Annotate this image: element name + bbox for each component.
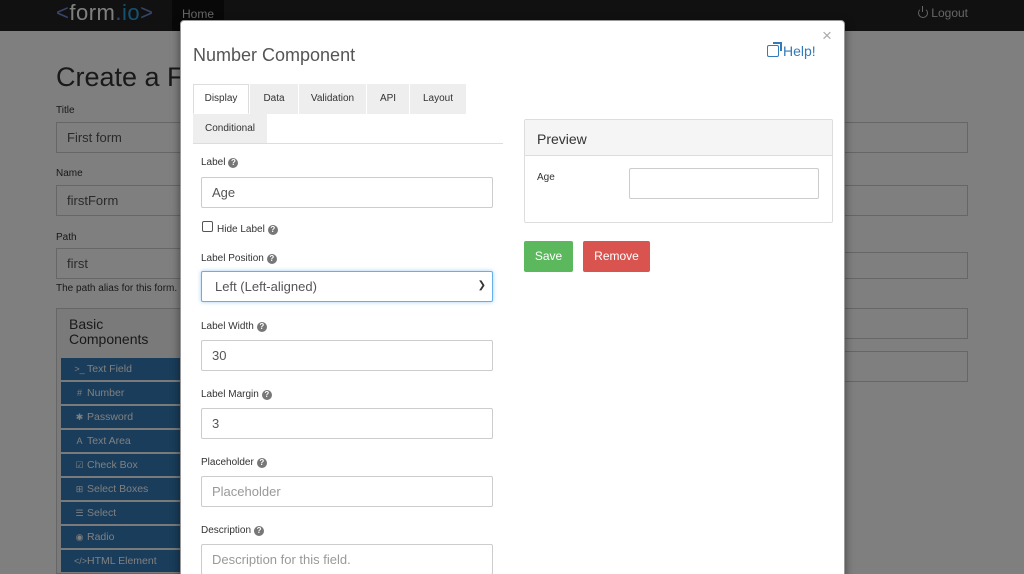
placeholder-label: Placeholder? bbox=[201, 457, 267, 468]
question-circle-icon[interactable]: ? bbox=[256, 322, 267, 332]
placeholder-text: Placeholder bbox=[201, 457, 254, 468]
question-circle-icon[interactable]: ? bbox=[228, 158, 239, 168]
label-width-label: Label Width? bbox=[201, 321, 267, 332]
label-width-input[interactable]: 30 bbox=[201, 340, 493, 371]
label-field-label: Label? bbox=[201, 157, 239, 168]
tab-conditional[interactable]: Conditional bbox=[193, 114, 267, 144]
placeholder-input[interactable]: Placeholder bbox=[201, 476, 493, 507]
tab-layout[interactable]: Layout bbox=[410, 84, 466, 114]
chevron-down-icon: ❯ bbox=[477, 280, 486, 291]
description-label: Description? bbox=[201, 525, 265, 536]
label-position-text: Label Position bbox=[201, 253, 264, 264]
label-position-label: Label Position? bbox=[201, 253, 277, 264]
preview-panel: Preview Age bbox=[524, 119, 833, 223]
save-button[interactable]: Save bbox=[524, 241, 573, 272]
close-icon[interactable]: × bbox=[822, 27, 832, 44]
label-text: Label bbox=[201, 157, 226, 168]
hide-label-text: Hide Label bbox=[217, 224, 265, 235]
tab-data[interactable]: Data bbox=[250, 84, 298, 114]
hide-label-checkbox[interactable] bbox=[202, 221, 213, 232]
tab-api[interactable]: API bbox=[367, 84, 409, 114]
tabs-divider bbox=[193, 143, 503, 144]
preview-field-label: Age bbox=[537, 172, 555, 183]
preview-title: Preview bbox=[525, 120, 832, 156]
hide-label-label: Hide Label? bbox=[217, 224, 278, 235]
question-circle-icon[interactable]: ? bbox=[261, 390, 272, 400]
label-position-select[interactable]: Left (Left-aligned) ❯ bbox=[201, 271, 493, 302]
label-width-text: Label Width bbox=[201, 321, 254, 332]
question-circle-icon[interactable]: ? bbox=[254, 526, 265, 536]
help-link[interactable]: Help! bbox=[767, 42, 816, 59]
help-label: Help! bbox=[783, 43, 816, 59]
preview-age-input[interactable] bbox=[629, 168, 819, 199]
label-margin-input[interactable]: 3 bbox=[201, 408, 493, 439]
label-margin-label: Label Margin? bbox=[201, 389, 272, 400]
tab-validation[interactable]: Validation bbox=[299, 84, 366, 114]
question-circle-icon[interactable]: ? bbox=[267, 225, 278, 235]
modal-title: Number Component bbox=[193, 45, 356, 65]
label-position-value: Left (Left-aligned) bbox=[215, 279, 317, 294]
remove-button[interactable]: Remove bbox=[583, 241, 650, 272]
label-margin-text: Label Margin bbox=[201, 389, 259, 400]
description-text: Description bbox=[201, 525, 252, 536]
number-component-modal: Number Component × Help! Display Data Va… bbox=[180, 20, 845, 574]
question-circle-icon[interactable]: ? bbox=[266, 254, 277, 264]
label-input[interactable]: Age bbox=[201, 177, 493, 208]
question-circle-icon[interactable]: ? bbox=[256, 458, 267, 468]
tab-display[interactable]: Display bbox=[193, 84, 249, 114]
description-input[interactable]: Description for this field. bbox=[201, 544, 493, 574]
external-link-icon bbox=[767, 42, 782, 57]
